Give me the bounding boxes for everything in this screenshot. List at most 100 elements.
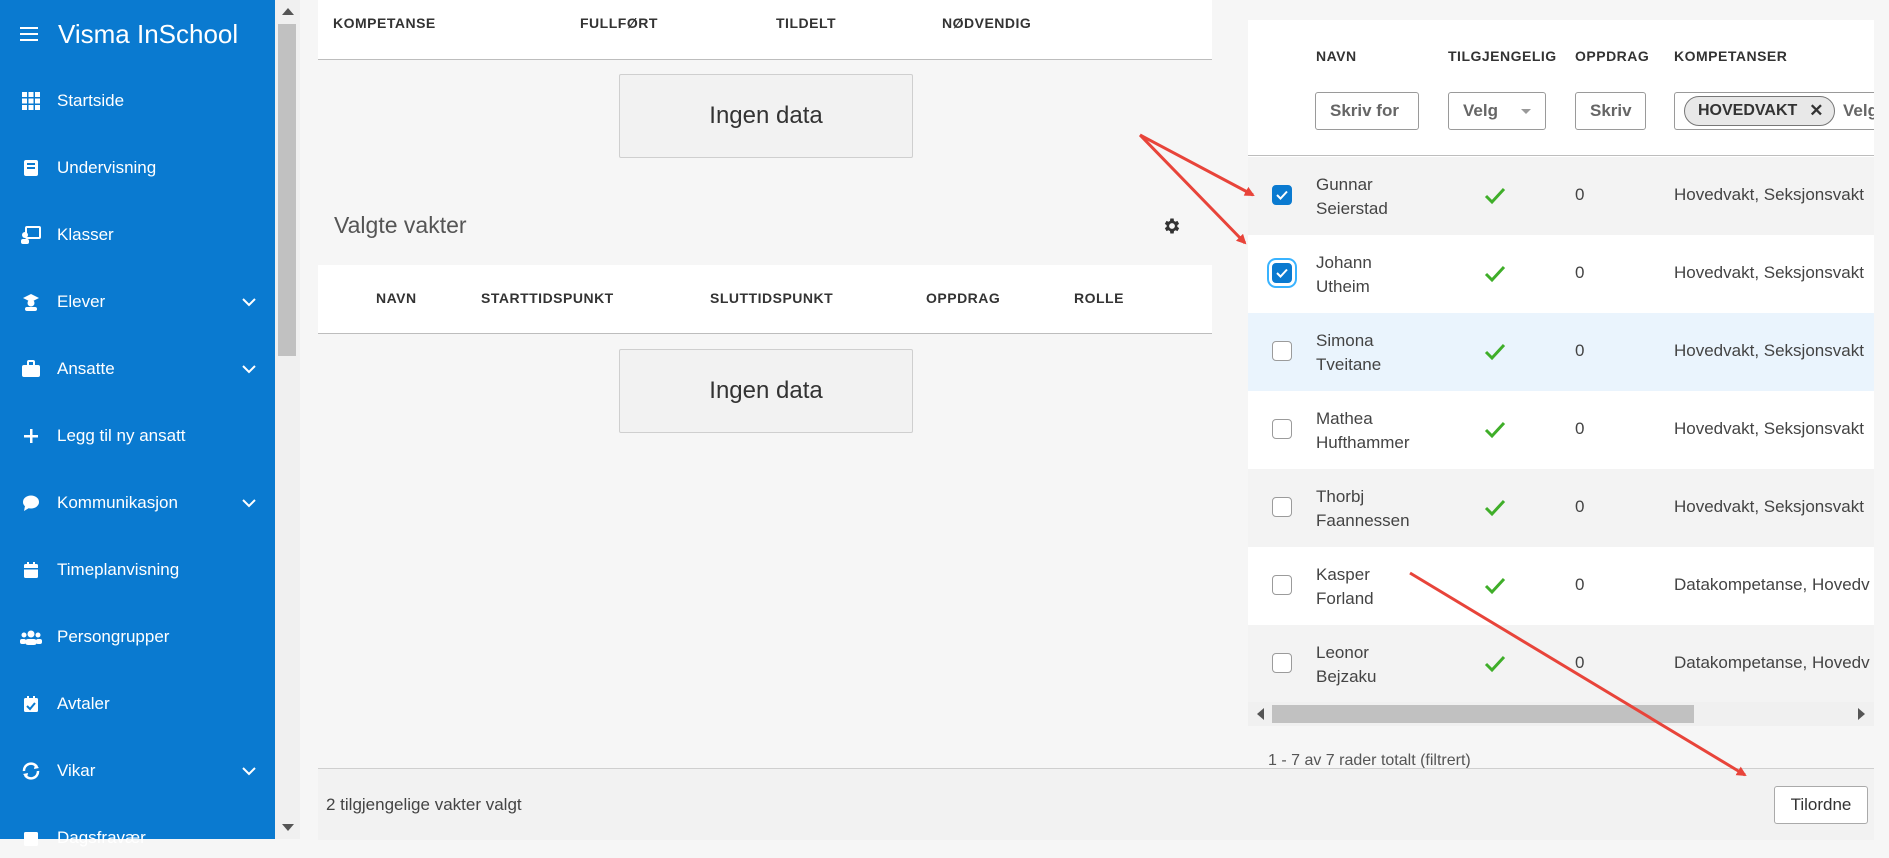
sidebar-item-avtaler[interactable]: Avtaler [0, 684, 275, 724]
close-icon[interactable]: ✕ [1809, 101, 1823, 121]
first-name: Johann [1316, 253, 1372, 272]
row-name: Thorbj Faannessen [1316, 485, 1410, 533]
chevron-down-icon[interactable] [241, 361, 257, 377]
assignment-count: 0 [1575, 419, 1585, 438]
column-header-assignments: OPPDRAG [1575, 48, 1650, 64]
scroll-up-arrow-icon[interactable] [282, 8, 294, 15]
column-header-end-time: SLUTTIDSPUNKT [710, 290, 834, 306]
column-header-competences: KOMPETANSER [1674, 48, 1788, 64]
competence-chip[interactable]: HOVEDVAKT ✕ [1684, 96, 1835, 126]
competences: Hovedvakt, Seksjonsvakt [1674, 497, 1864, 516]
checkmark-icon [1484, 499, 1506, 517]
available-filter-placeholder: Velg [1463, 101, 1498, 120]
row-checkbox[interactable] [1272, 497, 1292, 517]
page-scrollbar[interactable] [275, 0, 300, 839]
available-filter-select[interactable]: Velg [1448, 92, 1546, 130]
table-row[interactable]: Simona Tveitane 0 Hovedvakt, Seksjonsvakt [1248, 313, 1874, 391]
sidebar-item-ansatte[interactable]: Ansatte [0, 349, 275, 389]
row-name: Johann Utheim [1316, 251, 1372, 299]
sidebar-item-label: Avtaler [57, 694, 110, 713]
column-header-assigned: TILDELT [776, 15, 837, 31]
plus-icon [20, 426, 42, 446]
scrollbar-thumb[interactable] [278, 24, 296, 356]
scroll-left-arrow-icon[interactable] [1257, 708, 1264, 720]
first-name: Mathea [1316, 409, 1373, 428]
assign-button[interactable]: Tilordne [1774, 786, 1868, 824]
table-row[interactable]: Thorbj Faannessen 0 Hovedvakt, Seksjonsvakt [1248, 469, 1874, 547]
scroll-down-arrow-icon[interactable] [282, 824, 294, 831]
sidebar-item-dagsfravær[interactable]: Dagsfravær [0, 818, 275, 858]
row-name: Leonor Bejzaku [1316, 641, 1376, 689]
row-checkbox[interactable] [1272, 185, 1292, 205]
empty-state: Ingen data [619, 74, 913, 158]
column-header-required: NØDVENDIG [942, 15, 1032, 31]
chip-label: HOVEDVAKT [1698, 102, 1798, 119]
sidebar-item-undervisning[interactable]: Undervisning [0, 148, 275, 188]
sidebar-item-elever[interactable]: Elever [0, 282, 275, 322]
row-checkbox[interactable] [1272, 341, 1292, 361]
sidebar-item-label: Kommunikasjon [57, 493, 178, 512]
class-icon [20, 225, 42, 245]
assignment-count: 0 [1575, 575, 1585, 594]
row-name: Mathea Hufthammer [1316, 407, 1410, 455]
assignment-count: 0 [1575, 653, 1585, 672]
menu-icon[interactable] [20, 27, 38, 41]
scrollbar-thumb[interactable] [1272, 705, 1694, 723]
competences: Hovedvakt, Seksjonsvakt [1674, 185, 1864, 204]
sidebar-item-label: Legg til ny ansatt [57, 426, 186, 445]
assignment-count: 0 [1575, 185, 1585, 204]
first-name: Kasper [1316, 565, 1370, 584]
right-gutter [1874, 0, 1889, 839]
chevron-down-icon[interactable] [241, 495, 257, 511]
competences: Datakompetanse, Hovedv [1674, 653, 1870, 672]
sidebar-item-label: Klasser [57, 225, 114, 244]
briefcase-icon [20, 359, 42, 379]
sidebar-item-startside[interactable]: Startside [0, 81, 275, 121]
chevron-down-icon[interactable] [241, 763, 257, 779]
column-header-start-time: STARTTIDSPUNKT [481, 290, 614, 306]
scroll-right-arrow-icon[interactable] [1858, 708, 1865, 720]
row-checkbox[interactable] [1272, 263, 1292, 283]
name-filter-input[interactable]: Skriv for [1315, 92, 1419, 130]
selected-shifts-table: NAVN STARTTIDSPUNKT SLUTTIDSPUNKT OPPDRA… [318, 265, 1212, 333]
grid-icon [20, 91, 42, 111]
assignment-count: 0 [1575, 497, 1585, 516]
sidebar-item-label: Startside [57, 91, 125, 110]
row-checkbox[interactable] [1272, 419, 1292, 439]
sidebar-item-label: Timeplanvisning [57, 560, 180, 579]
name-filter-placeholder: Skriv for [1330, 101, 1399, 120]
assignments-filter-input[interactable]: Skriv [1575, 92, 1646, 130]
sidebar-item-legg-til-ny-ansatt[interactable]: Legg til ny ansatt [0, 416, 275, 456]
column-header-assignments: OPPDRAG [926, 290, 1001, 306]
group-icon [20, 627, 42, 647]
column-header-competence: KOMPETANSE [333, 15, 436, 31]
checkmark-icon [1484, 577, 1506, 595]
competences: Datakompetanse, Hovedv [1674, 575, 1870, 594]
last-name: Bejzaku [1316, 667, 1377, 686]
checkmark-icon [1484, 343, 1506, 361]
dropdown-arrow-icon [1521, 109, 1531, 114]
sidebar-item-klasser[interactable]: Klasser [0, 215, 275, 255]
row-checkbox[interactable] [1272, 653, 1292, 673]
horizontal-scrollbar[interactable] [1248, 702, 1874, 726]
table-row[interactable]: Leonor Bejzaku 0 Datakompetanse, Hovedv [1248, 625, 1874, 703]
section-title-selected-shifts: Valgte vakter [334, 212, 467, 238]
chevron-down-icon[interactable] [241, 294, 257, 310]
sidebar-item-persongrupper[interactable]: Persongrupper [0, 617, 275, 657]
gear-icon[interactable] [1162, 216, 1182, 236]
first-name: Thorbj [1316, 487, 1365, 506]
table-row[interactable]: Gunnar Seierstad 0 Hovedvakt, Seksjonsvakt [1248, 157, 1874, 235]
table-row[interactable]: Kasper Forland 0 Datakompetanse, Hovedv [1248, 547, 1874, 625]
table-row[interactable]: Mathea Hufthammer 0 Hovedvakt, Seksjonsvakt [1248, 391, 1874, 469]
sidebar-item-label: Elever [57, 292, 106, 311]
row-checkbox[interactable] [1272, 575, 1292, 595]
row-name: Gunnar Seierstad [1316, 173, 1388, 221]
last-name: Forland [1316, 589, 1374, 608]
competence-table: KOMPETANSE FULLFØRT TILDELT NØDVENDIG [318, 0, 1212, 60]
sidebar-item-kommunikasjon[interactable]: Kommunikasjon [0, 483, 275, 523]
last-name: Tveitane [1316, 355, 1382, 374]
table-row[interactable]: Johann Utheim 0 Hovedvakt, Seksjonsvakt [1248, 235, 1874, 313]
sidebar-item-timeplanvisning[interactable]: Timeplanvisning [0, 550, 275, 590]
sidebar-item-vikar[interactable]: Vikar [0, 751, 275, 791]
divider [1248, 155, 1874, 156]
